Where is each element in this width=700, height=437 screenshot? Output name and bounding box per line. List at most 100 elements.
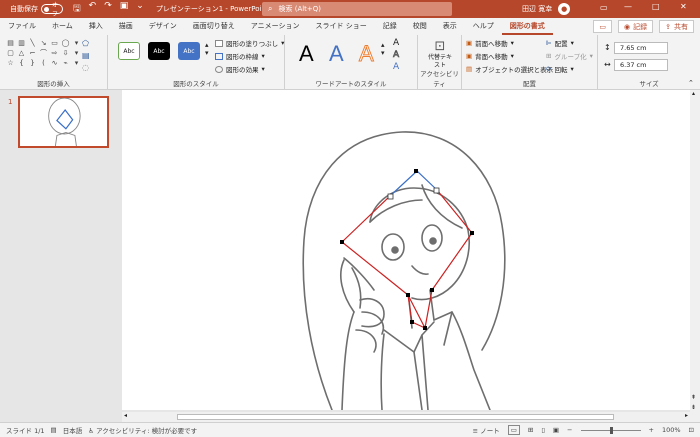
line-shape-icon[interactable]: ╲	[28, 39, 37, 47]
bracket-shape-icon[interactable]: (	[39, 59, 48, 67]
tab-insert[interactable]: 挿入	[81, 18, 111, 35]
accessibility-status[interactable]: ♿ アクセシビリティ: 検討が必要です	[88, 425, 197, 435]
zoom-out-icon[interactable]: −	[567, 426, 572, 434]
align-button[interactable]: ⊫ 配置 ▾	[546, 38, 593, 48]
next-slide-icon[interactable]: ⇟	[691, 404, 696, 411]
ribbon-display-icon[interactable]: ▭	[600, 3, 608, 12]
close-button[interactable]: ✕	[680, 2, 687, 11]
shape-fill-button[interactable]: 図形の塗りつぶし ▾	[215, 38, 284, 48]
brace-shape-icon[interactable]: {	[17, 59, 26, 67]
tab-draw[interactable]: 描画	[111, 18, 141, 35]
textbox-vertical-shape-icon[interactable]: ▥	[17, 39, 26, 47]
tab-help[interactable]: ヘルプ	[465, 18, 502, 35]
style-sample-black[interactable]: Abc	[148, 42, 170, 60]
text-fill-icon[interactable]: A	[393, 38, 399, 48]
curve-shape-icon[interactable]: ⌒	[39, 49, 48, 57]
more-shapes-icon[interactable]: ▾	[72, 39, 81, 47]
tab-transitions[interactable]: 画面切り替え	[185, 18, 243, 35]
style-sample-blue[interactable]: Abc	[178, 42, 200, 60]
rectangle-shape-icon[interactable]: ▭	[50, 39, 59, 47]
send-backward-button[interactable]: ▣ 背面へ移動 ▾	[466, 51, 553, 61]
redo-icon[interactable]: ↷	[104, 1, 112, 17]
text-outline-icon[interactable]: A	[393, 50, 400, 61]
wordart-sample-orange[interactable]: A	[359, 41, 375, 67]
scroll-shapes-icon[interactable]: ▾	[72, 49, 81, 57]
star-shape-icon[interactable]: ☆	[6, 59, 15, 67]
edit-shape-icon[interactable]: ⬠	[82, 39, 89, 48]
autosave-toggle[interactable]: 自動保存 オフ	[10, 2, 63, 18]
tab-slideshow[interactable]: スライド ショー	[308, 18, 375, 35]
horizontal-scrollbar[interactable]: ◂ ▸	[122, 412, 690, 422]
save-icon[interactable]: 🖫	[73, 1, 81, 17]
arrow-right-shape-icon[interactable]: ⇨	[50, 49, 59, 57]
textbox-shape-icon[interactable]: ▤	[6, 39, 15, 47]
textbox-icon[interactable]: ▤	[82, 51, 90, 60]
tab-shape-format[interactable]: 図形の書式	[501, 18, 553, 35]
zoom-level[interactable]: 100%	[662, 426, 681, 434]
tab-record[interactable]: 記録	[375, 18, 405, 35]
share-button[interactable]: ⇪ 共有	[659, 20, 694, 33]
avatar[interactable]: ●	[558, 3, 571, 15]
zoom-slider[interactable]	[580, 426, 641, 434]
fit-slide-icon[interactable]: ⊡	[689, 426, 694, 434]
triangle-shape-icon[interactable]: △	[17, 49, 26, 57]
zoom-in-icon[interactable]: +	[649, 426, 654, 434]
tab-view[interactable]: 表示	[435, 18, 465, 35]
rotate-button[interactable]: ⟳ 回転 ▾	[546, 64, 593, 74]
arrow-down-shape-icon[interactable]: ⇩	[61, 49, 70, 57]
tab-home[interactable]: ホーム	[44, 18, 81, 35]
style-gallery-more-icon[interactable]: ▴ ▾	[205, 41, 209, 57]
notes-button[interactable]: ≡ ノート	[473, 425, 500, 435]
vertical-scrollbar[interactable]: ▴ ⇞ ⇟	[690, 90, 700, 422]
language-status[interactable]: 日本語	[63, 425, 83, 435]
comments-button[interactable]: ▭	[593, 20, 613, 33]
bring-forward-button[interactable]: ▣ 前面へ移動 ▾	[466, 38, 553, 48]
scroll-up-icon[interactable]: ▴	[692, 90, 695, 97]
slideshow-icon[interactable]: ▣	[553, 426, 559, 434]
rounded-rect-shape-icon[interactable]: ▢	[6, 49, 15, 57]
collapse-ribbon-icon[interactable]: ⌃	[688, 79, 694, 87]
customize-toolbar-icon[interactable]: ⌄	[136, 1, 144, 17]
wordart-gallery-more-icon[interactable]: ▴ ▾	[381, 41, 385, 57]
autosave-switch[interactable]: オフ	[41, 2, 63, 18]
selection-pane-button[interactable]: ▤ オブジェクトの選択と表示	[466, 64, 553, 74]
scroll-right-icon[interactable]: ▸	[685, 412, 688, 419]
slide-sorter-icon[interactable]: ⊞	[528, 426, 533, 434]
oval-shape-icon[interactable]: ◯	[61, 39, 70, 47]
style-sample-outline[interactable]: Abc	[118, 42, 140, 60]
width-field[interactable]: 6.37 cm	[614, 59, 668, 71]
reading-view-icon[interactable]: ▯	[541, 426, 545, 434]
maximize-button[interactable]: □	[652, 2, 660, 11]
spellcheck-icon[interactable]: ▤	[51, 426, 57, 434]
slide-canvas[interactable]	[122, 90, 690, 410]
arrow-shape-icon[interactable]: ↘	[39, 39, 48, 47]
slide-thumbnail[interactable]	[18, 96, 109, 148]
wordart-sample-black[interactable]: A	[299, 41, 314, 67]
tab-design[interactable]: デザイン	[141, 18, 185, 35]
height-field[interactable]: 7.65 cm	[614, 42, 668, 54]
shape-effects-button[interactable]: 図形の効果 ▾	[215, 64, 284, 74]
merge-shapes-icon[interactable]: ◌	[82, 63, 89, 72]
minimize-button[interactable]: —	[624, 2, 632, 11]
undo-icon[interactable]: ↶	[89, 1, 97, 17]
shape-gallery[interactable]: ▤ ▥ ╲ ↘ ▭ ◯ ▾ ▢ △ ⌐ ⌒ ⇨ ⇩ ▾ ☆ { } ( ∿ ⌁ …	[6, 39, 81, 67]
freeform-shape-icon[interactable]: ⌁	[61, 59, 70, 67]
shape-outline-button[interactable]: 図形の枠線 ▾	[215, 51, 284, 61]
bent-line-shape-icon[interactable]: ⌐	[28, 49, 37, 57]
start-from-beginning-icon[interactable]: ▣	[120, 1, 129, 17]
group-button[interactable]: ⊞ グループ化 ▾	[546, 51, 593, 61]
text-effects-icon[interactable]: A	[393, 62, 399, 72]
brace-close-shape-icon[interactable]: }	[28, 59, 37, 67]
wordart-sample-blue[interactable]: A	[329, 41, 344, 67]
horizontal-scroll-thumb[interactable]	[177, 414, 614, 420]
user-account[interactable]: 田辺 寛幸 ●	[522, 3, 571, 15]
search-box[interactable]: ⌕ 検索 (Alt+Q)	[262, 2, 452, 16]
tab-animations[interactable]: アニメーション	[243, 18, 308, 35]
curve2-shape-icon[interactable]: ∿	[50, 59, 59, 67]
expand-shapes-icon[interactable]: ▾	[72, 59, 81, 67]
tab-review[interactable]: 校閲	[405, 18, 435, 35]
alt-text-button[interactable]: ⊡ 代替テキスト	[426, 39, 454, 70]
tab-file[interactable]: ファイル	[0, 18, 44, 35]
prev-slide-icon[interactable]: ⇞	[691, 394, 696, 401]
normal-view-icon[interactable]: ▭	[507, 425, 520, 435]
